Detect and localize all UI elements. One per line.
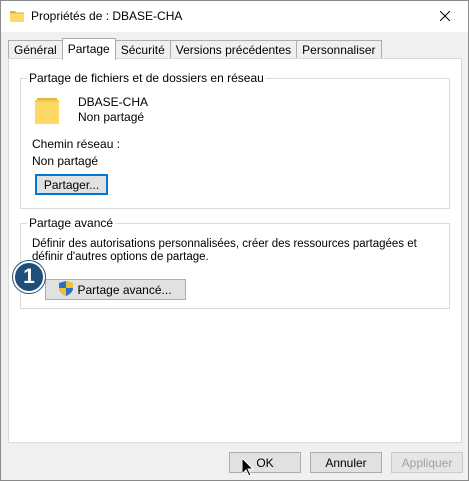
- shared-folder-icon: [33, 96, 61, 129]
- mouse-cursor-icon: [241, 456, 255, 480]
- close-icon: [439, 10, 451, 24]
- advanced-sharing-description: Définir des autorisations personnalisées…: [32, 238, 417, 263]
- folder-name: DBASE-CHA: [78, 95, 149, 109]
- advanced-sharing-group: Partage avancé Définir des autorisations…: [20, 216, 450, 309]
- close-button[interactable]: [422, 1, 468, 32]
- network-sharing-title: Partage de fichiers et de dossiers en ré…: [27, 71, 266, 85]
- tab-general[interactable]: Général: [8, 40, 63, 59]
- title-bar: Propriétés de : DBASE-CHA: [1, 1, 468, 32]
- tab-sharing[interactable]: Partage: [61, 38, 116, 60]
- sharing-tab-panel: Partage de fichiers et de dossiers en ré…: [8, 58, 462, 443]
- network-sharing-group: Partage de fichiers et de dossiers en ré…: [20, 71, 450, 209]
- tab-previous-versions[interactable]: Versions précédentes: [169, 40, 298, 59]
- window-title: Propriétés de : DBASE-CHA: [31, 9, 183, 23]
- folder-icon: [10, 10, 24, 25]
- network-path-value: Non partagé: [32, 154, 99, 168]
- network-path-label: Chemin réseau :: [32, 137, 121, 151]
- step-number-badge: 1: [13, 261, 45, 293]
- advanced-sharing-title: Partage avancé: [27, 216, 116, 230]
- tab-customize[interactable]: Personnaliser: [296, 40, 382, 59]
- properties-dialog: Propriétés de : DBASE-CHA Général Partag…: [0, 0, 469, 481]
- apply-button[interactable]: Appliquer: [391, 452, 463, 473]
- tab-security[interactable]: Sécurité: [114, 40, 171, 59]
- share-button[interactable]: Partager...: [35, 174, 108, 195]
- uac-shield-icon: [59, 280, 74, 299]
- ok-button[interactable]: OK: [229, 452, 301, 473]
- cancel-button[interactable]: Annuler: [310, 452, 382, 473]
- advanced-sharing-button-label: Partage avancé...: [77, 282, 172, 297]
- tab-strip: Général Partage Sécurité Versions précéd…: [8, 38, 382, 60]
- share-status: Non partagé: [78, 110, 145, 124]
- advanced-sharing-button[interactable]: Partage avancé...: [45, 279, 186, 300]
